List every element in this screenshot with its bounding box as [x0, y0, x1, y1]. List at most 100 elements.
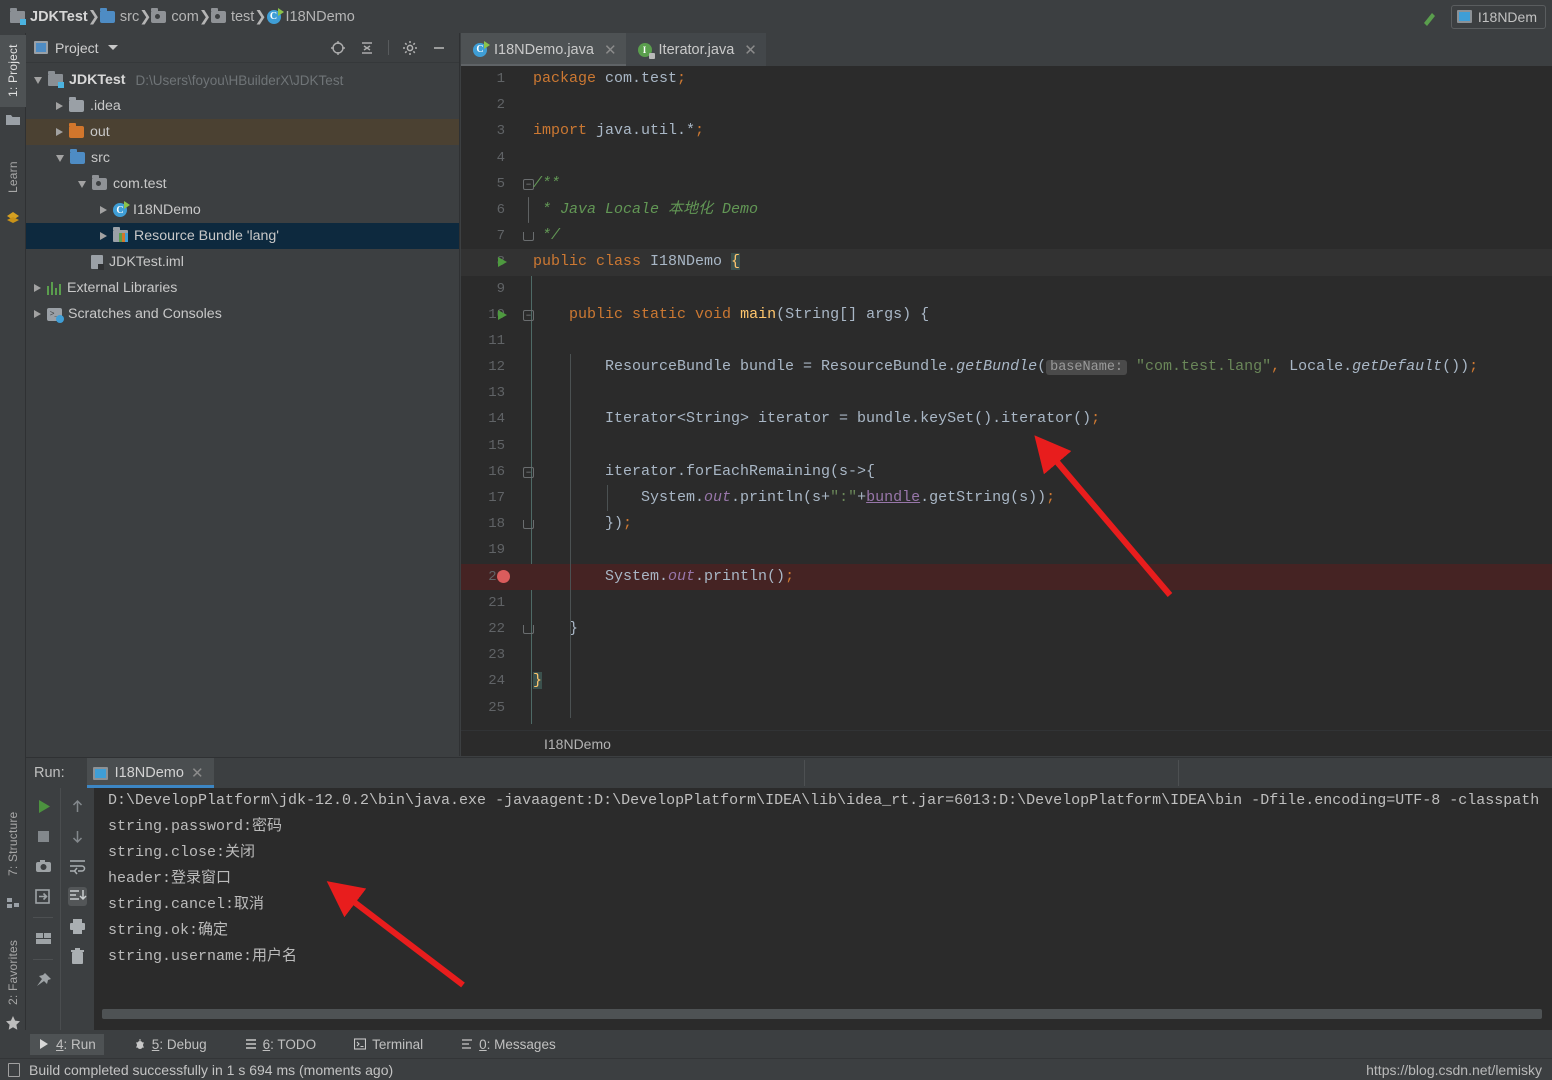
- arrow-up-icon[interactable]: [68, 797, 87, 816]
- chevron-down-icon[interactable]: [56, 154, 64, 162]
- console-horizontal-scrollbar[interactable]: [102, 1009, 1542, 1019]
- breadcrumb-item-src[interactable]: src: [99, 7, 139, 25]
- tree-item-out[interactable]: out: [26, 119, 459, 145]
- code-line[interactable]: 15: [461, 433, 1552, 459]
- minimize-icon[interactable]: [431, 40, 447, 56]
- sidebar-item-learn[interactable]: Learn: [0, 151, 26, 203]
- chevron-down-icon[interactable]: [34, 76, 42, 84]
- tree-item-idea[interactable]: .idea: [26, 93, 459, 119]
- chevron-right-icon[interactable]: [100, 232, 107, 240]
- trash-icon[interactable]: [68, 947, 87, 966]
- console-line: D:\DevelopPlatform\jdk-12.0.2\bin\java.e…: [108, 792, 1540, 809]
- run-tab-i18ndemo[interactable]: I18NDemo ✕: [86, 758, 214, 788]
- arrow-down-icon[interactable]: [68, 827, 87, 846]
- breakpoint-icon[interactable]: [497, 569, 510, 583]
- code-line[interactable]: 8 public class I18NDemo {: [461, 249, 1552, 276]
- tree-item-i18ndemo[interactable]: C I18NDemo: [26, 197, 459, 223]
- code-line[interactable]: 22 }: [461, 616, 1552, 642]
- chevron-down-icon[interactable]: [107, 45, 118, 50]
- bottom-button-todo[interactable]: 6: TODO: [237, 1034, 325, 1055]
- breadcrumb-item-jdktest[interactable]: JDKTest: [10, 7, 88, 25]
- editor-tabs: C I18NDemo.java ✕ I Iterator.java ✕: [461, 33, 1552, 66]
- package-icon: [151, 7, 167, 23]
- bottom-button-messages[interactable]: 0: Messages: [453, 1034, 564, 1055]
- code-line[interactable]: 20 System.out.println();: [461, 563, 1552, 590]
- close-icon[interactable]: ✕: [604, 41, 617, 59]
- tab-iterator-java[interactable]: I Iterator.java ✕: [625, 33, 766, 66]
- code-line[interactable]: 6 * Java Locale 本地化 Demo: [461, 196, 1552, 224]
- sidebar-item-favorites[interactable]: 2: Favorites: [0, 929, 26, 1015]
- divider: [1178, 760, 1179, 786]
- import-icon[interactable]: [34, 887, 53, 906]
- tree-item-src[interactable]: src: [26, 145, 459, 171]
- code-line[interactable]: 9: [461, 276, 1552, 302]
- tab-i18ndemo-java[interactable]: C I18NDemo.java ✕: [461, 33, 626, 66]
- collapse-all-icon[interactable]: [359, 40, 375, 56]
- code-line[interactable]: 10− public static void main(String[] arg…: [461, 302, 1552, 328]
- code-line[interactable]: 2: [461, 92, 1552, 118]
- pin-icon[interactable]: [34, 971, 53, 990]
- code-line[interactable]: 17 System.out.println(s+":"+bundle.getSt…: [461, 485, 1552, 511]
- code-line[interactable]: 19: [461, 537, 1552, 563]
- run-gutter-icon[interactable]: [498, 257, 507, 268]
- build-hammer-icon[interactable]: [1419, 6, 1441, 28]
- screenshot-icon[interactable]: [34, 857, 53, 876]
- code-line[interactable]: 16− iterator.forEachRemaining(s->{: [461, 459, 1552, 485]
- chevron-right-icon[interactable]: [34, 310, 41, 318]
- run-gutter-icon[interactable]: [498, 309, 507, 320]
- console-output[interactable]: D:\DevelopPlatform\jdk-12.0.2\bin\java.e…: [94, 788, 1552, 1031]
- sidebar-item-structure[interactable]: 7: Structure: [0, 799, 26, 889]
- breadcrumb-item-test[interactable]: test: [210, 7, 254, 25]
- code-line[interactable]: 14 Iterator<String> iterator = bundle.ke…: [461, 406, 1552, 432]
- chevron-down-icon[interactable]: [78, 180, 86, 188]
- tree-item-com-test[interactable]: com.test: [26, 171, 459, 197]
- code-line[interactable]: 21: [461, 590, 1552, 616]
- sidebar-item-project[interactable]: 1: Project: [0, 35, 26, 107]
- code-line[interactable]: 7 */: [461, 223, 1552, 249]
- run-toolbar-left: [26, 788, 60, 1031]
- code-line[interactable]: 25: [461, 695, 1552, 721]
- code-editor[interactable]: 1 package com.test; 2 3 import java.util.*; 4…: [461, 66, 1552, 724]
- chevron-right-icon[interactable]: [56, 128, 63, 136]
- chevron-right-icon[interactable]: [56, 102, 63, 110]
- tree-item-scratches[interactable]: >_ Scratches and Consoles: [26, 301, 459, 327]
- run-configuration-selector[interactable]: I18NDem: [1450, 4, 1546, 29]
- star-icon: [5, 1015, 21, 1031]
- chevron-right-icon[interactable]: [100, 206, 107, 214]
- tree-item-iml[interactable]: JDKTest.iml: [26, 249, 459, 275]
- rerun-icon[interactable]: [34, 797, 53, 816]
- breadcrumb-item-i18ndemo[interactable]: C I18NDemo: [266, 7, 355, 25]
- code-line[interactable]: 1 package com.test;: [461, 66, 1552, 92]
- tree-item-resource-bundle[interactable]: Resource Bundle 'lang': [26, 223, 459, 249]
- stop-icon[interactable]: [34, 827, 53, 846]
- tree-item-label: JDKTest: [69, 72, 126, 88]
- code-text: }: [533, 619, 579, 637]
- bottom-button-debug[interactable]: 5: Debug: [126, 1034, 215, 1055]
- code-line[interactable]: 13: [461, 380, 1552, 406]
- tree-item-external-libraries[interactable]: External Libraries: [26, 275, 459, 301]
- watermark-url: https://blog.csdn.net/lemisky: [1366, 1061, 1542, 1078]
- bottom-button-terminal[interactable]: Terminal: [346, 1034, 431, 1055]
- gear-icon[interactable]: [402, 40, 418, 56]
- soft-wrap-icon[interactable]: [68, 857, 87, 876]
- layout-icon[interactable]: [34, 929, 53, 948]
- chevron-right-icon[interactable]: [34, 284, 41, 292]
- bottom-button-run[interactable]: 4: Run: [30, 1033, 104, 1055]
- code-line[interactable]: 3 import java.util.*;: [461, 118, 1552, 144]
- close-icon[interactable]: ✕: [191, 764, 204, 782]
- breadcrumb-item-com[interactable]: com: [151, 7, 199, 25]
- code-line[interactable]: 23: [461, 642, 1552, 668]
- code-line[interactable]: 11: [461, 328, 1552, 354]
- close-icon[interactable]: ✕: [744, 41, 757, 59]
- tree-item-jdktest[interactable]: JDKTest D:\Users\foyou\HBuilderX\JDKTest: [26, 67, 459, 93]
- code-line[interactable]: 24}: [461, 668, 1552, 694]
- code-line[interactable]: 12 ResourceBundle bundle = ResourceBundl…: [461, 354, 1552, 380]
- print-icon[interactable]: [68, 917, 87, 936]
- code-line[interactable]: 4: [461, 145, 1552, 171]
- locate-icon[interactable]: [330, 40, 346, 56]
- scroll-to-end-icon[interactable]: [68, 887, 87, 906]
- line-number: 2: [496, 97, 505, 114]
- code-line[interactable]: 5−/**: [461, 171, 1552, 197]
- code-line[interactable]: 18 });: [461, 511, 1552, 537]
- console-line: string.password:密码: [108, 818, 283, 835]
